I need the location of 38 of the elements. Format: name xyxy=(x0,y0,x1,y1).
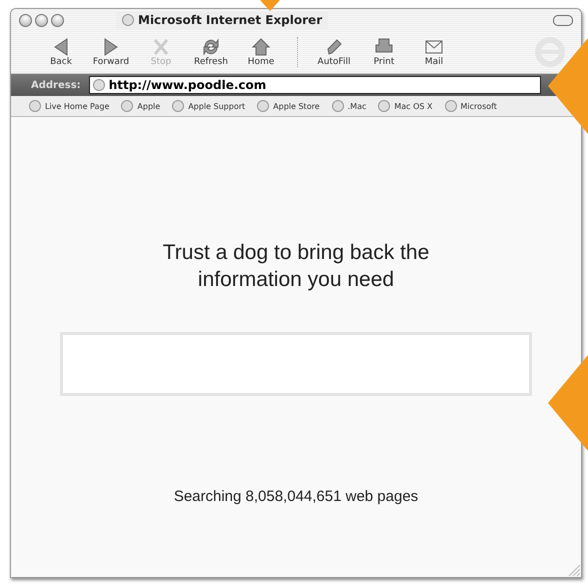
resize-grip-icon xyxy=(567,563,581,577)
globe-icon xyxy=(444,100,457,112)
toolbar-button[interactable]: Back xyxy=(39,37,83,67)
globe-icon xyxy=(378,100,390,112)
toolbar-button[interactable]: AutoFill xyxy=(312,37,356,67)
address-bar-field[interactable]: http://www.poodle.com xyxy=(88,76,541,94)
favorite-link[interactable]: Apple xyxy=(121,100,160,112)
globe-icon xyxy=(122,14,134,26)
window-title: Microsoft Internet Explorer xyxy=(138,13,322,27)
favorite-link[interactable]: Apple Support xyxy=(172,100,246,112)
address-field[interactable]: http://www.poodle.com xyxy=(108,78,537,92)
favorite-link[interactable]: Mac OS X xyxy=(378,100,433,112)
address-label: Address: xyxy=(30,80,82,90)
window-control-button[interactable] xyxy=(51,14,64,26)
toolbar-button[interactable]: Refresh xyxy=(189,37,233,67)
globe-icon xyxy=(332,100,344,112)
globe-icon xyxy=(29,100,41,112)
favorite-link[interactable]: .Mac xyxy=(332,100,366,112)
favorite-link[interactable]: Apple Store xyxy=(257,100,320,112)
stop-icon xyxy=(151,37,171,57)
globe-icon xyxy=(92,79,105,91)
toolbar-button[interactable]: Mail xyxy=(412,37,456,67)
toolbar-button[interactable]: Print xyxy=(362,37,406,67)
favorite-link[interactable]: Microsoft xyxy=(444,100,497,112)
refresh-icon xyxy=(201,37,221,57)
toolbar-button[interactable]: Home xyxy=(239,37,283,67)
window-control-button[interactable] xyxy=(35,14,48,26)
page-count-text: Searching 8,058,044,651 web pages xyxy=(174,488,418,505)
window-control-button[interactable] xyxy=(19,14,32,26)
globe-icon xyxy=(121,100,134,112)
search-field[interactable] xyxy=(60,332,532,396)
home-icon xyxy=(251,37,271,57)
globe-icon xyxy=(257,100,270,112)
globe-icon xyxy=(172,100,184,112)
toolbar-button[interactable]: Forward xyxy=(89,37,133,67)
favorite-link[interactable]: Live Home Page xyxy=(29,100,110,112)
headline: Trust a dog to bring back the information you need xyxy=(162,240,430,294)
toolbar-toggle-button[interactable] xyxy=(553,14,573,26)
